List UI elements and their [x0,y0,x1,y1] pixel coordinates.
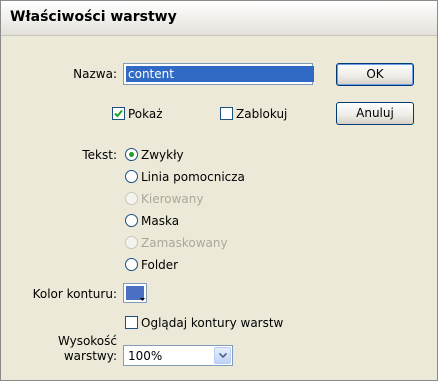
radio-guided [125,192,138,205]
show-checkbox[interactable] [112,107,125,120]
radio-folder-label: Folder [141,258,179,272]
show-label: Pokaż [128,107,163,121]
radio-mask-label: Maska [141,214,180,228]
dropdown-arrow-icon [140,298,145,301]
name-label: Nazwa: [73,67,117,81]
ok-button[interactable]: OK [336,63,414,86]
layer-height-dropdown-button[interactable] [214,347,231,364]
cancel-button[interactable]: Anuluj [336,102,414,125]
chevron-down-icon [219,353,227,358]
radio-guide-label: Linia pomocnicza [141,170,245,184]
layer-height-value: 100% [128,349,163,363]
radio-guided-label: Kierowany [141,192,204,206]
window-title: Właściwości warstwy [10,9,177,25]
outline-color-picker[interactable] [123,283,147,303]
layer-properties-dialog: Właściwości warstwy Nazwa: OK Anuluj Pok… [0,0,438,381]
radio-normal-label: Zwykły [141,148,184,162]
name-field-box[interactable] [123,63,314,85]
checkmark-icon [114,109,123,118]
radio-folder[interactable] [125,258,138,271]
lock-checkbox[interactable] [220,107,233,120]
title-bar[interactable]: Właściwości warstwy [1,1,437,36]
layer-height-select[interactable]: 100% [123,345,233,366]
radio-selected-dot [129,152,134,157]
view-outlines-checkbox[interactable] [125,316,138,329]
view-outlines-label: Oglądaj kontury warstw [141,316,284,330]
radio-mask[interactable] [125,214,138,227]
type-label: Tekst: [82,148,117,162]
radio-masked-label: Zamaskowany [141,236,228,250]
radio-masked [125,236,138,249]
layer-height-label-line1: Wysokość [57,334,117,348]
name-input[interactable] [126,66,314,82]
radio-normal[interactable] [125,148,138,161]
radio-guide[interactable] [125,170,138,183]
outline-color-label: Kolor konturu: [32,287,117,301]
lock-label: Zablokuj [236,107,288,121]
layer-height-label-line2: warstwy: [63,349,117,363]
